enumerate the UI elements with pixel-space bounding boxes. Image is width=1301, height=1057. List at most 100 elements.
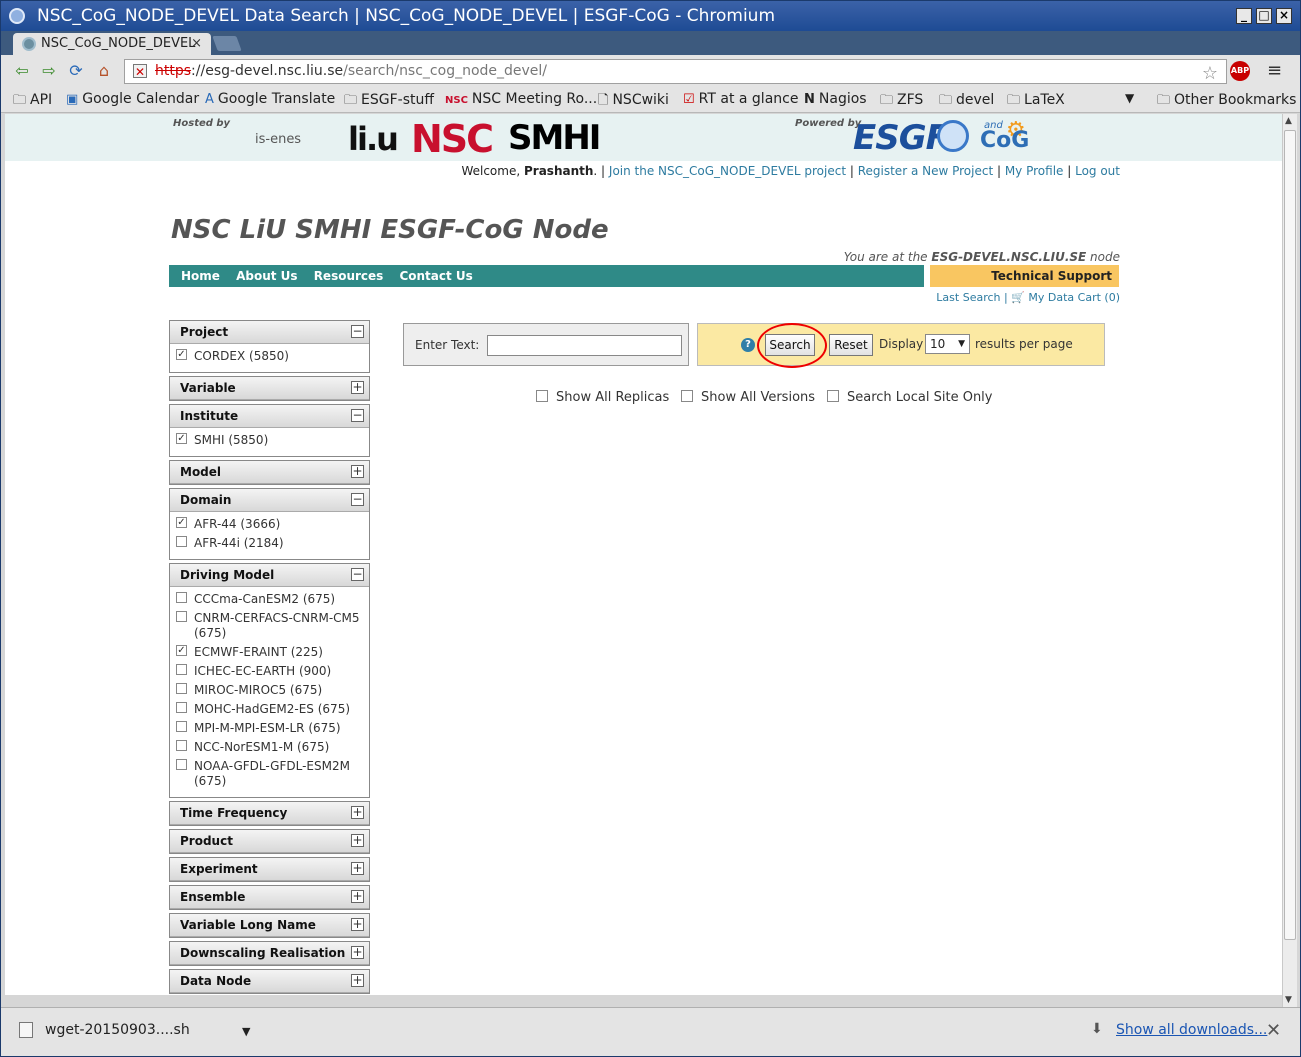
collapse-icon[interactable]: −: [351, 325, 364, 338]
nav-about-us[interactable]: About Us: [236, 265, 297, 287]
results-per-page-select[interactable]: 10 ▼: [925, 334, 970, 354]
bookmark-item[interactable]: 🗀 ZFS: [880, 91, 923, 113]
search-local-site-option[interactable]: Search Local Site Only: [827, 390, 993, 405]
checkbox[interactable]: ✓: [176, 433, 187, 444]
checkbox[interactable]: ✓: [176, 349, 187, 360]
download-menu-arrow-icon[interactable]: ▼: [242, 1025, 250, 1038]
back-arrow-icon[interactable]: ⇦: [13, 62, 31, 80]
insecure-lock-icon[interactable]: ✕: [133, 64, 147, 79]
facet-item[interactable]: ✓ CORDEX (5850): [175, 349, 365, 364]
show-all-versions-option[interactable]: Show All Versions: [681, 390, 815, 405]
checkbox[interactable]: ✓: [176, 645, 187, 656]
facet-header[interactable]: Downscaling Realisation +: [170, 942, 369, 965]
bookmark-item[interactable]: N Nagios: [804, 91, 867, 107]
expand-icon[interactable]: +: [351, 465, 364, 478]
facet-header[interactable]: Model +: [170, 461, 369, 484]
bookmark-item[interactable]: 🗋 NSCwiki: [598, 91, 669, 113]
bookmark-item[interactable]: 🗀 LaTeX: [1007, 91, 1065, 113]
checkbox[interactable]: ✓: [176, 517, 187, 528]
facet-header[interactable]: Time Frequency +: [170, 802, 369, 825]
address-bar[interactable]: ✕ https://esg-devel.nsc.liu.se/search/ns…: [124, 59, 1227, 84]
bookmark-item[interactable]: A Google Translate: [205, 91, 335, 107]
technical-support-link[interactable]: Technical Support: [930, 265, 1119, 287]
facet-header[interactable]: Project −: [170, 321, 369, 344]
logout-link[interactable]: Log out: [1075, 164, 1120, 178]
checkbox[interactable]: [176, 592, 187, 603]
expand-icon[interactable]: +: [351, 834, 364, 847]
facet-item[interactable]: AFR-44i (2184): [175, 536, 365, 551]
bookmark-item[interactable]: 🗀 API: [13, 91, 52, 113]
facet-header[interactable]: Variable +: [170, 377, 369, 400]
facet-header[interactable]: Domain −: [170, 489, 369, 512]
scroll-down-icon[interactable]: ▼: [1285, 995, 1292, 1005]
scroll-up-icon[interactable]: ▲: [1285, 116, 1292, 126]
nav-contact-us[interactable]: Contact Us: [399, 265, 472, 287]
collapse-icon[interactable]: −: [351, 568, 364, 581]
checkbox[interactable]: [536, 390, 548, 402]
search-input[interactable]: [487, 335, 682, 356]
nav-home[interactable]: Home: [181, 265, 220, 287]
checkbox[interactable]: [827, 390, 839, 402]
facet-item[interactable]: MIROC-MIROC5 (675): [175, 683, 365, 698]
facet-header[interactable]: Data Node +: [170, 970, 369, 993]
scroll-thumb[interactable]: [1284, 130, 1296, 940]
facet-item[interactable]: MOHC-HadGEM2-ES (675): [175, 702, 365, 717]
minimize-button[interactable]: _: [1236, 8, 1252, 24]
facet-item[interactable]: CNRM-CERFACS-CNRM-CM5 (675): [175, 611, 365, 641]
facet-item[interactable]: ✓ AFR-44 (3666): [175, 517, 365, 532]
checkbox[interactable]: [176, 664, 187, 675]
collapse-icon[interactable]: −: [351, 493, 364, 506]
browser-menu-icon[interactable]: ≡: [1267, 62, 1282, 80]
bookmark-item[interactable]: 🗀 ESGF-stuff: [344, 91, 434, 113]
expand-icon[interactable]: +: [351, 806, 364, 819]
expand-icon[interactable]: +: [351, 862, 364, 875]
register-project-link[interactable]: Register a New Project: [858, 164, 993, 178]
my-profile-link[interactable]: My Profile: [1005, 164, 1064, 178]
expand-icon[interactable]: +: [351, 890, 364, 903]
checkbox[interactable]: [176, 536, 187, 547]
close-download-bar-icon[interactable]: ✕: [1266, 1020, 1281, 1041]
bookmark-item[interactable]: NSC NSC Meeting Ro...: [445, 91, 597, 107]
download-item[interactable]: wget-20150903....sh: [19, 1022, 190, 1038]
checkbox[interactable]: [176, 611, 187, 622]
home-icon[interactable]: ⌂: [95, 62, 113, 80]
bookmarks-overflow-icon[interactable]: ▼: [1125, 91, 1134, 105]
checkbox[interactable]: [176, 683, 187, 694]
join-project-link[interactable]: Join the NSC_CoG_NODE_DEVEL project: [609, 164, 846, 178]
facet-header[interactable]: Ensemble +: [170, 886, 369, 909]
facet-item[interactable]: CCCma-CanESM2 (675): [175, 592, 365, 607]
maximize-button[interactable]: □: [1256, 8, 1272, 24]
browser-tab[interactable]: NSC_CoG_NODE_DEVEL ×: [13, 33, 211, 55]
facet-header[interactable]: Driving Model −: [170, 564, 369, 587]
reload-icon[interactable]: ⟳: [67, 62, 85, 80]
bookmark-item[interactable]: 🗀 Other Bookmarks: [1157, 91, 1296, 113]
bookmark-item[interactable]: ▣ Google Calendar: [66, 91, 199, 107]
vertical-scrollbar[interactable]: ▲ ▼: [1282, 114, 1297, 1007]
facet-item[interactable]: ✓ ECMWF-ERAINT (225): [175, 645, 365, 660]
close-window-button[interactable]: ×: [1276, 8, 1292, 24]
checkbox[interactable]: [176, 740, 187, 751]
checkbox[interactable]: [176, 721, 187, 732]
forward-arrow-icon[interactable]: ⇨: [40, 62, 58, 80]
reset-button[interactable]: Reset: [829, 334, 873, 356]
show-all-replicas-option[interactable]: Show All Replicas: [536, 390, 669, 405]
facet-header[interactable]: Variable Long Name +: [170, 914, 369, 937]
show-all-downloads-link[interactable]: Show all downloads...: [1116, 1022, 1267, 1038]
new-tab-button[interactable]: [212, 36, 242, 51]
checkbox[interactable]: [681, 390, 693, 402]
data-cart-link[interactable]: My Data Cart (0): [1028, 291, 1120, 304]
expand-icon[interactable]: +: [351, 381, 364, 394]
bookmark-item[interactable]: ☑ RT at a glance: [683, 91, 798, 107]
expand-icon[interactable]: +: [351, 946, 364, 959]
nav-resources[interactable]: Resources: [314, 265, 384, 287]
facet-item[interactable]: ICHEC-EC-EARTH (900): [175, 664, 365, 679]
tab-close-button[interactable]: ×: [191, 33, 202, 55]
adblock-plus-icon[interactable]: ABP: [1230, 61, 1250, 81]
checkbox[interactable]: [176, 759, 187, 770]
bookmark-star-icon[interactable]: ☆: [1202, 62, 1218, 85]
facet-item[interactable]: MPI-M-MPI-ESM-LR (675): [175, 721, 365, 736]
last-search-link[interactable]: Last Search: [936, 291, 1000, 304]
facet-header[interactable]: Product +: [170, 830, 369, 853]
checkbox[interactable]: [176, 702, 187, 713]
facet-header[interactable]: Institute −: [170, 405, 369, 428]
